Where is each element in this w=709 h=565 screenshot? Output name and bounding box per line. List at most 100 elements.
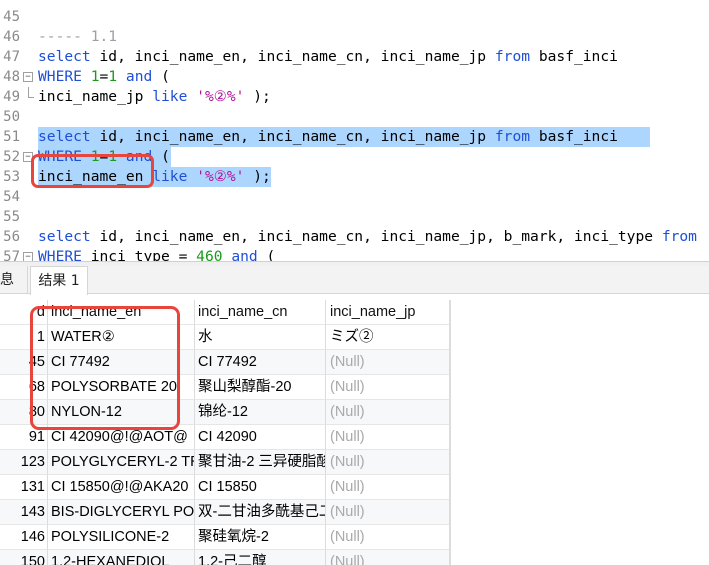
code-token: ); — [244, 168, 271, 185]
grid-header-row: d inci_name_en inci_name_cn inci_name_jp — [0, 300, 450, 325]
cell-inci-name-cn[interactable]: 聚甘油-2 三异硬脂酸酯 — [195, 450, 326, 475]
code-token: ----- 1.1 — [38, 28, 118, 45]
code-token: inci_name_jp — [38, 88, 153, 105]
cell-inci-name-jp[interactable]: (Null) — [326, 375, 450, 400]
fold-minus-icon[interactable]: − — [23, 152, 33, 162]
code-token: '%②%' — [196, 168, 245, 185]
cell-inci-name-jp[interactable]: (Null) — [326, 500, 450, 525]
cell-id[interactable]: 91 — [0, 425, 48, 450]
code-token: and — [125, 68, 153, 85]
cell-inci-name-en[interactable]: POLYGLYCERYL-2 TRI — [48, 450, 195, 475]
table-row[interactable]: 68 POLYSORBATE 20 聚山梨醇酯-20 (Null) — [0, 375, 450, 400]
cell-inci-name-en[interactable]: POLYSILICONE-2 — [48, 525, 195, 550]
code-text: inci_name_en like '%②%' ); — [38, 167, 271, 187]
cell-id[interactable]: 80 — [0, 400, 48, 425]
line-number: 49 — [3, 89, 20, 105]
code-token: 1 — [108, 68, 118, 85]
code-line[interactable]: 54 — [0, 187, 709, 207]
cell-id[interactable]: 1 — [0, 325, 48, 350]
code-line[interactable]: 50 — [0, 107, 709, 127]
table-row[interactable]: 131 CI 15850@!@AKA20 CI 15850 (Null) — [0, 475, 450, 500]
cell-id[interactable]: 131 — [0, 475, 48, 500]
code-line[interactable]: 46 ----- 1.1 — [0, 27, 709, 47]
code-token: WHERE — [38, 68, 82, 85]
table-row[interactable]: 146 POLYSILICONE-2 聚硅氧烷-2 (Null) — [0, 525, 450, 550]
column-header-inci-name-cn[interactable]: inci_name_cn — [195, 300, 326, 325]
cell-inci-name-cn[interactable]: 聚硅氧烷-2 — [195, 525, 326, 550]
code-line[interactable]: 52− WHERE 1=1 and ( — [0, 147, 709, 167]
line-number: 56 — [3, 229, 20, 245]
code-line[interactable]: 53 inci_name_en like '%②%' ); — [0, 167, 709, 187]
cell-inci-name-cn[interactable]: CI 15850 — [195, 475, 326, 500]
tab-result-1[interactable]: 结果 1 — [30, 266, 88, 295]
cell-inci-name-en[interactable]: CI 77492 — [48, 350, 195, 375]
column-header-inci-name-jp[interactable]: inci_name_jp — [326, 300, 450, 325]
code-token: basf_inci — [530, 48, 618, 65]
cell-inci-name-cn[interactable]: 1,2-己二醇 — [195, 550, 326, 565]
cell-id[interactable]: 123 — [0, 450, 48, 475]
line-number: 48 — [3, 69, 20, 85]
cell-inci-name-cn[interactable]: CI 77492 — [195, 350, 326, 375]
cell-inci-name-jp[interactable]: (Null) — [326, 425, 450, 450]
cell-inci-name-en[interactable]: POLYSORBATE 20 — [48, 375, 195, 400]
code-token: select — [38, 48, 91, 65]
code-token: ); — [244, 88, 271, 105]
cell-id[interactable]: 143 — [0, 500, 48, 525]
cell-inci-name-jp[interactable]: (Null) — [326, 450, 450, 475]
code-token: from — [661, 228, 697, 245]
code-token: = — [99, 148, 109, 165]
cell-inci-name-en[interactable]: CI 15850@!@AKA20 — [48, 475, 195, 500]
cell-inci-name-jp[interactable]: (Null) — [326, 350, 450, 375]
code-text: WHERE 1=1 and ( — [38, 67, 170, 87]
cell-inci-name-cn[interactable]: 双-二甘油多酰基己二酸酯 — [195, 500, 326, 525]
cell-inci-name-cn[interactable]: 聚山梨醇酯-20 — [195, 375, 326, 400]
cell-inci-name-cn[interactable]: 水 — [195, 325, 326, 350]
code-line[interactable]: 45 — [0, 7, 709, 27]
code-line[interactable]: 47 select id, inci_name_en, inci_name_cn,… — [0, 47, 709, 67]
code-text: WHERE 1=1 and ( — [38, 147, 170, 167]
line-number: 51 — [3, 129, 20, 145]
cell-inci-name-jp[interactable]: (Null) — [326, 475, 450, 500]
table-row[interactable]: 123POLYGLYCERYL-2 TRI聚甘油-2 三异硬脂酸酯(Null) — [0, 450, 450, 475]
cell-inci-name-en[interactable]: NYLON-12 — [48, 400, 195, 425]
column-header-id[interactable]: d — [0, 300, 48, 325]
code-line[interactable]: 49 inci_name_jp like '%②%' ); — [0, 87, 709, 107]
code-token: id, inci_name_en, inci_name_cn, inci_nam… — [90, 228, 662, 245]
code-token: basf_inci — [530, 128, 618, 145]
cell-id[interactable]: 150 — [0, 550, 48, 565]
sql-editor[interactable]: 45 46 ----- 1.1 47 select id, inci_name_en, … — [0, 0, 709, 265]
cell-inci-name-en[interactable]: BIS-DIGLYCERYL POLY — [48, 500, 195, 525]
cell-id[interactable]: 146 — [0, 525, 48, 550]
fold-minus-icon[interactable]: − — [23, 72, 33, 82]
table-row[interactable]: 91 CI 42090@!@AOT@ CI 42090 (Null) — [0, 425, 450, 450]
cell-inci-name-en[interactable]: WATER② — [48, 325, 195, 350]
cell-inci-name-jp[interactable]: (Null) — [326, 400, 450, 425]
result-grid[interactable]: d inci_name_en inci_name_cn inci_name_jp 1 WA… — [0, 300, 709, 565]
table-row[interactable]: 80 NYLON-12 锦纶-12 (Null) — [0, 400, 450, 425]
code-line[interactable]: 56 select id, inci_name_en, inci_name_cn,… — [0, 227, 709, 247]
cell-inci-name-cn[interactable]: CI 42090 — [195, 425, 326, 450]
table-row[interactable]: 150 1,2-HEXANEDIOL 1,2-己二醇 (Null) — [0, 550, 450, 565]
cell-inci-name-en[interactable]: CI 42090@!@AOT@ — [48, 425, 195, 450]
tab-info[interactable]: 息 — [0, 266, 28, 294]
cell-id[interactable]: 68 — [0, 375, 48, 400]
column-header-inci-name-en[interactable]: inci_name_en — [48, 300, 195, 325]
cell-inci-name-jp[interactable]: (Null) — [326, 525, 450, 550]
cell-inci-name-jp[interactable]: ミズ② — [326, 325, 450, 350]
code-line[interactable]: 48− WHERE 1=1 and ( — [0, 67, 709, 87]
cell-inci-name-en[interactable]: 1,2-HEXANEDIOL — [48, 550, 195, 565]
cell-inci-name-jp[interactable]: (Null) — [326, 550, 450, 565]
code-line[interactable]: 51 select id, inci_name_en, inci_name_cn,… — [0, 127, 709, 147]
line-number: 47 — [3, 49, 20, 65]
line-number: 45 — [3, 9, 20, 25]
code-line[interactable]: 55 — [0, 207, 709, 227]
table-row[interactable]: 45 CI 77492 CI 77492 (Null) — [0, 350, 450, 375]
cell-id[interactable]: 45 — [0, 350, 48, 375]
table-row[interactable]: 1 WATER② 水ミズ② — [0, 325, 450, 350]
table-row[interactable]: 143BIS-DIGLYCERYL POLY双-二甘油多酰基己二酸酯(Null) — [0, 500, 450, 525]
cell-inci-name-cn[interactable]: 锦纶-12 — [195, 400, 326, 425]
code-token: = — [99, 68, 109, 85]
